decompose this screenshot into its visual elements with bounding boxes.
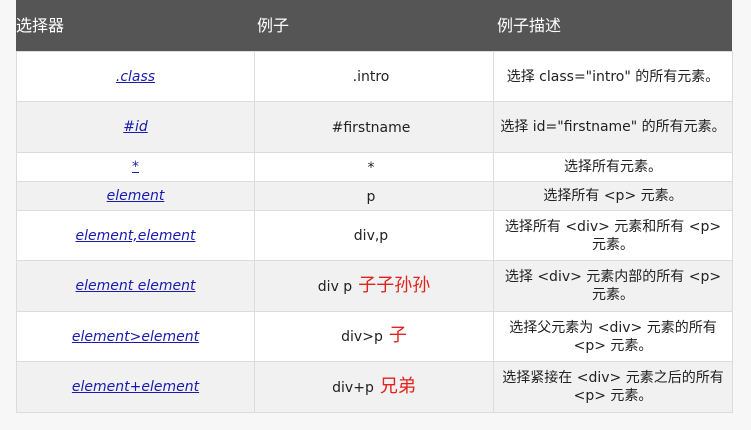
selector-link-class[interactable]: .class	[116, 69, 155, 85]
example-text: #firstname	[331, 119, 411, 136]
example-text: div,p	[353, 228, 389, 244]
header-description: 例子描述	[497, 16, 562, 35]
description-cell: 选择 class="intro" 的所有元素。	[493, 51, 733, 102]
selector-link-universal[interactable]: *	[132, 159, 139, 175]
description-cell: 选择 <div> 元素内部的所有 <p> 元素。	[493, 260, 733, 312]
description-cell: 选择紧接在 <div> 元素之后的所有 <p> 元素。	[493, 361, 733, 413]
header-selector: 选择器	[16, 16, 65, 35]
example-cell: div+p 兄弟	[254, 361, 494, 413]
annotation-note: 子	[388, 325, 407, 346]
selector-link-child[interactable]: element>element	[72, 329, 199, 345]
table-header: 选择器 例子 例子描述	[16, 0, 732, 51]
description-cell: 选择父元素为 <div> 元素的所有 <p> 元素。	[493, 311, 733, 362]
selector-link-descendant[interactable]: element element	[76, 278, 196, 294]
table-row: element element div p 子子孙孙 选择 <div> 元素内部的…	[16, 260, 733, 312]
example-cell: div>p 子	[254, 311, 494, 362]
annotation-note: 兄弟	[379, 375, 416, 397]
example-text: p	[366, 188, 376, 205]
example-text: .intro	[352, 69, 390, 85]
annotation-note: 子子孙孙	[358, 274, 431, 296]
example-cell: div p 子子孙孙	[254, 260, 494, 312]
table-row: element>element div>p 子 选择父元素为 <div> 元素的所…	[16, 311, 733, 362]
description-cell: 选择所有元素。	[493, 152, 733, 182]
example-cell: div,p	[254, 210, 494, 261]
selector-link-adjacent[interactable]: element+element	[72, 379, 199, 395]
example-text: div p	[317, 278, 353, 295]
example-cell: #firstname	[254, 101, 494, 153]
example-cell: .intro	[254, 51, 494, 102]
description-cell: 选择所有 <p> 元素。	[493, 181, 733, 211]
page: 选择器 例子 例子描述 .class .intro 选择 class="intr…	[0, 0, 751, 430]
example-cell: p	[254, 181, 494, 211]
table-row: element p 选择所有 <p> 元素。	[16, 181, 733, 211]
table-row: #id #firstname 选择 id="firstname" 的所有元素。	[16, 101, 733, 153]
example-text: div>p	[341, 329, 383, 345]
example-text: *	[367, 159, 375, 176]
table-row: element,element div,p 选择所有 <div> 元素和所有 <…	[16, 210, 733, 261]
header-example: 例子	[257, 16, 290, 35]
selector-link-group[interactable]: element,element	[76, 228, 196, 244]
selector-table: .class .intro 选择 class="intro" 的所有元素。 #i…	[16, 51, 733, 413]
description-cell: 选择所有 <div> 元素和所有 <p> 元素。	[493, 210, 733, 261]
description-cell: 选择 id="firstname" 的所有元素。	[493, 101, 733, 153]
example-cell: *	[254, 152, 494, 182]
example-text: div+p	[332, 379, 374, 396]
table-row: element+element div+p 兄弟 选择紧接在 <div> 元素之后…	[16, 361, 733, 413]
selector-link-id[interactable]: #id	[123, 119, 148, 135]
table-row: .class .intro 选择 class="intro" 的所有元素。	[16, 51, 733, 102]
table-row: * * 选择所有元素。	[16, 152, 733, 182]
selector-link-element[interactable]: element	[107, 188, 165, 204]
